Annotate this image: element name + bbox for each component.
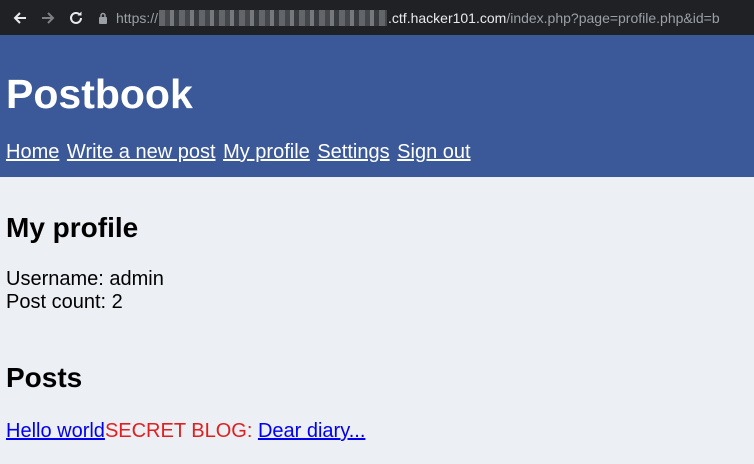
username-text: Username: admin xyxy=(6,268,164,290)
post-count-text: Post count: 2 xyxy=(6,291,123,313)
back-icon[interactable] xyxy=(8,6,32,30)
site-nav: Home Write a new post My profile Setting… xyxy=(6,140,748,164)
secret-blog-label: SECRET BLOG: xyxy=(104,420,258,442)
url-host: .ctf.hacker101.com xyxy=(388,9,507,26)
url-scheme: https:// xyxy=(116,9,159,26)
url-text[interactable]: https:// .ctf.hacker101.com /index.php?p… xyxy=(116,9,720,26)
profile-heading: My profile xyxy=(6,212,139,243)
nav-sign-out-link[interactable]: Sign out xyxy=(397,141,470,163)
posts-list: Hello worldSECRET BLOG: Dear diary... xyxy=(6,419,748,443)
site-title: Postbook xyxy=(6,71,193,117)
nav-new-post-link[interactable]: Write a new post xyxy=(67,141,216,163)
url-path: /index.php?page=profile.php&id=b xyxy=(506,9,720,26)
nav-my-profile-link[interactable]: My profile xyxy=(223,141,310,163)
profile-info: Username: admin Post count: 2 xyxy=(6,268,748,314)
forward-icon[interactable] xyxy=(36,6,60,30)
redacted-subdomain xyxy=(159,9,388,26)
lock-icon xyxy=(98,12,108,24)
browser-toolbar: https:// .ctf.hacker101.com /index.php?p… xyxy=(0,0,754,35)
post-link-hello-world[interactable]: Hello world xyxy=(6,420,105,442)
nav-settings-link[interactable]: Settings xyxy=(317,141,389,163)
nav-home-link[interactable]: Home xyxy=(6,141,59,163)
posts-heading: Posts xyxy=(6,362,83,393)
post-link-dear-diary[interactable]: Dear diary... xyxy=(258,420,365,442)
reload-icon[interactable] xyxy=(64,6,88,30)
site-header: Postbook Home Write a new post My profil… xyxy=(0,35,754,177)
address-bar[interactable]: https:// .ctf.hacker101.com /index.php?p… xyxy=(98,0,720,35)
main-content: My profile Username: admin Post count: 2… xyxy=(0,177,754,443)
